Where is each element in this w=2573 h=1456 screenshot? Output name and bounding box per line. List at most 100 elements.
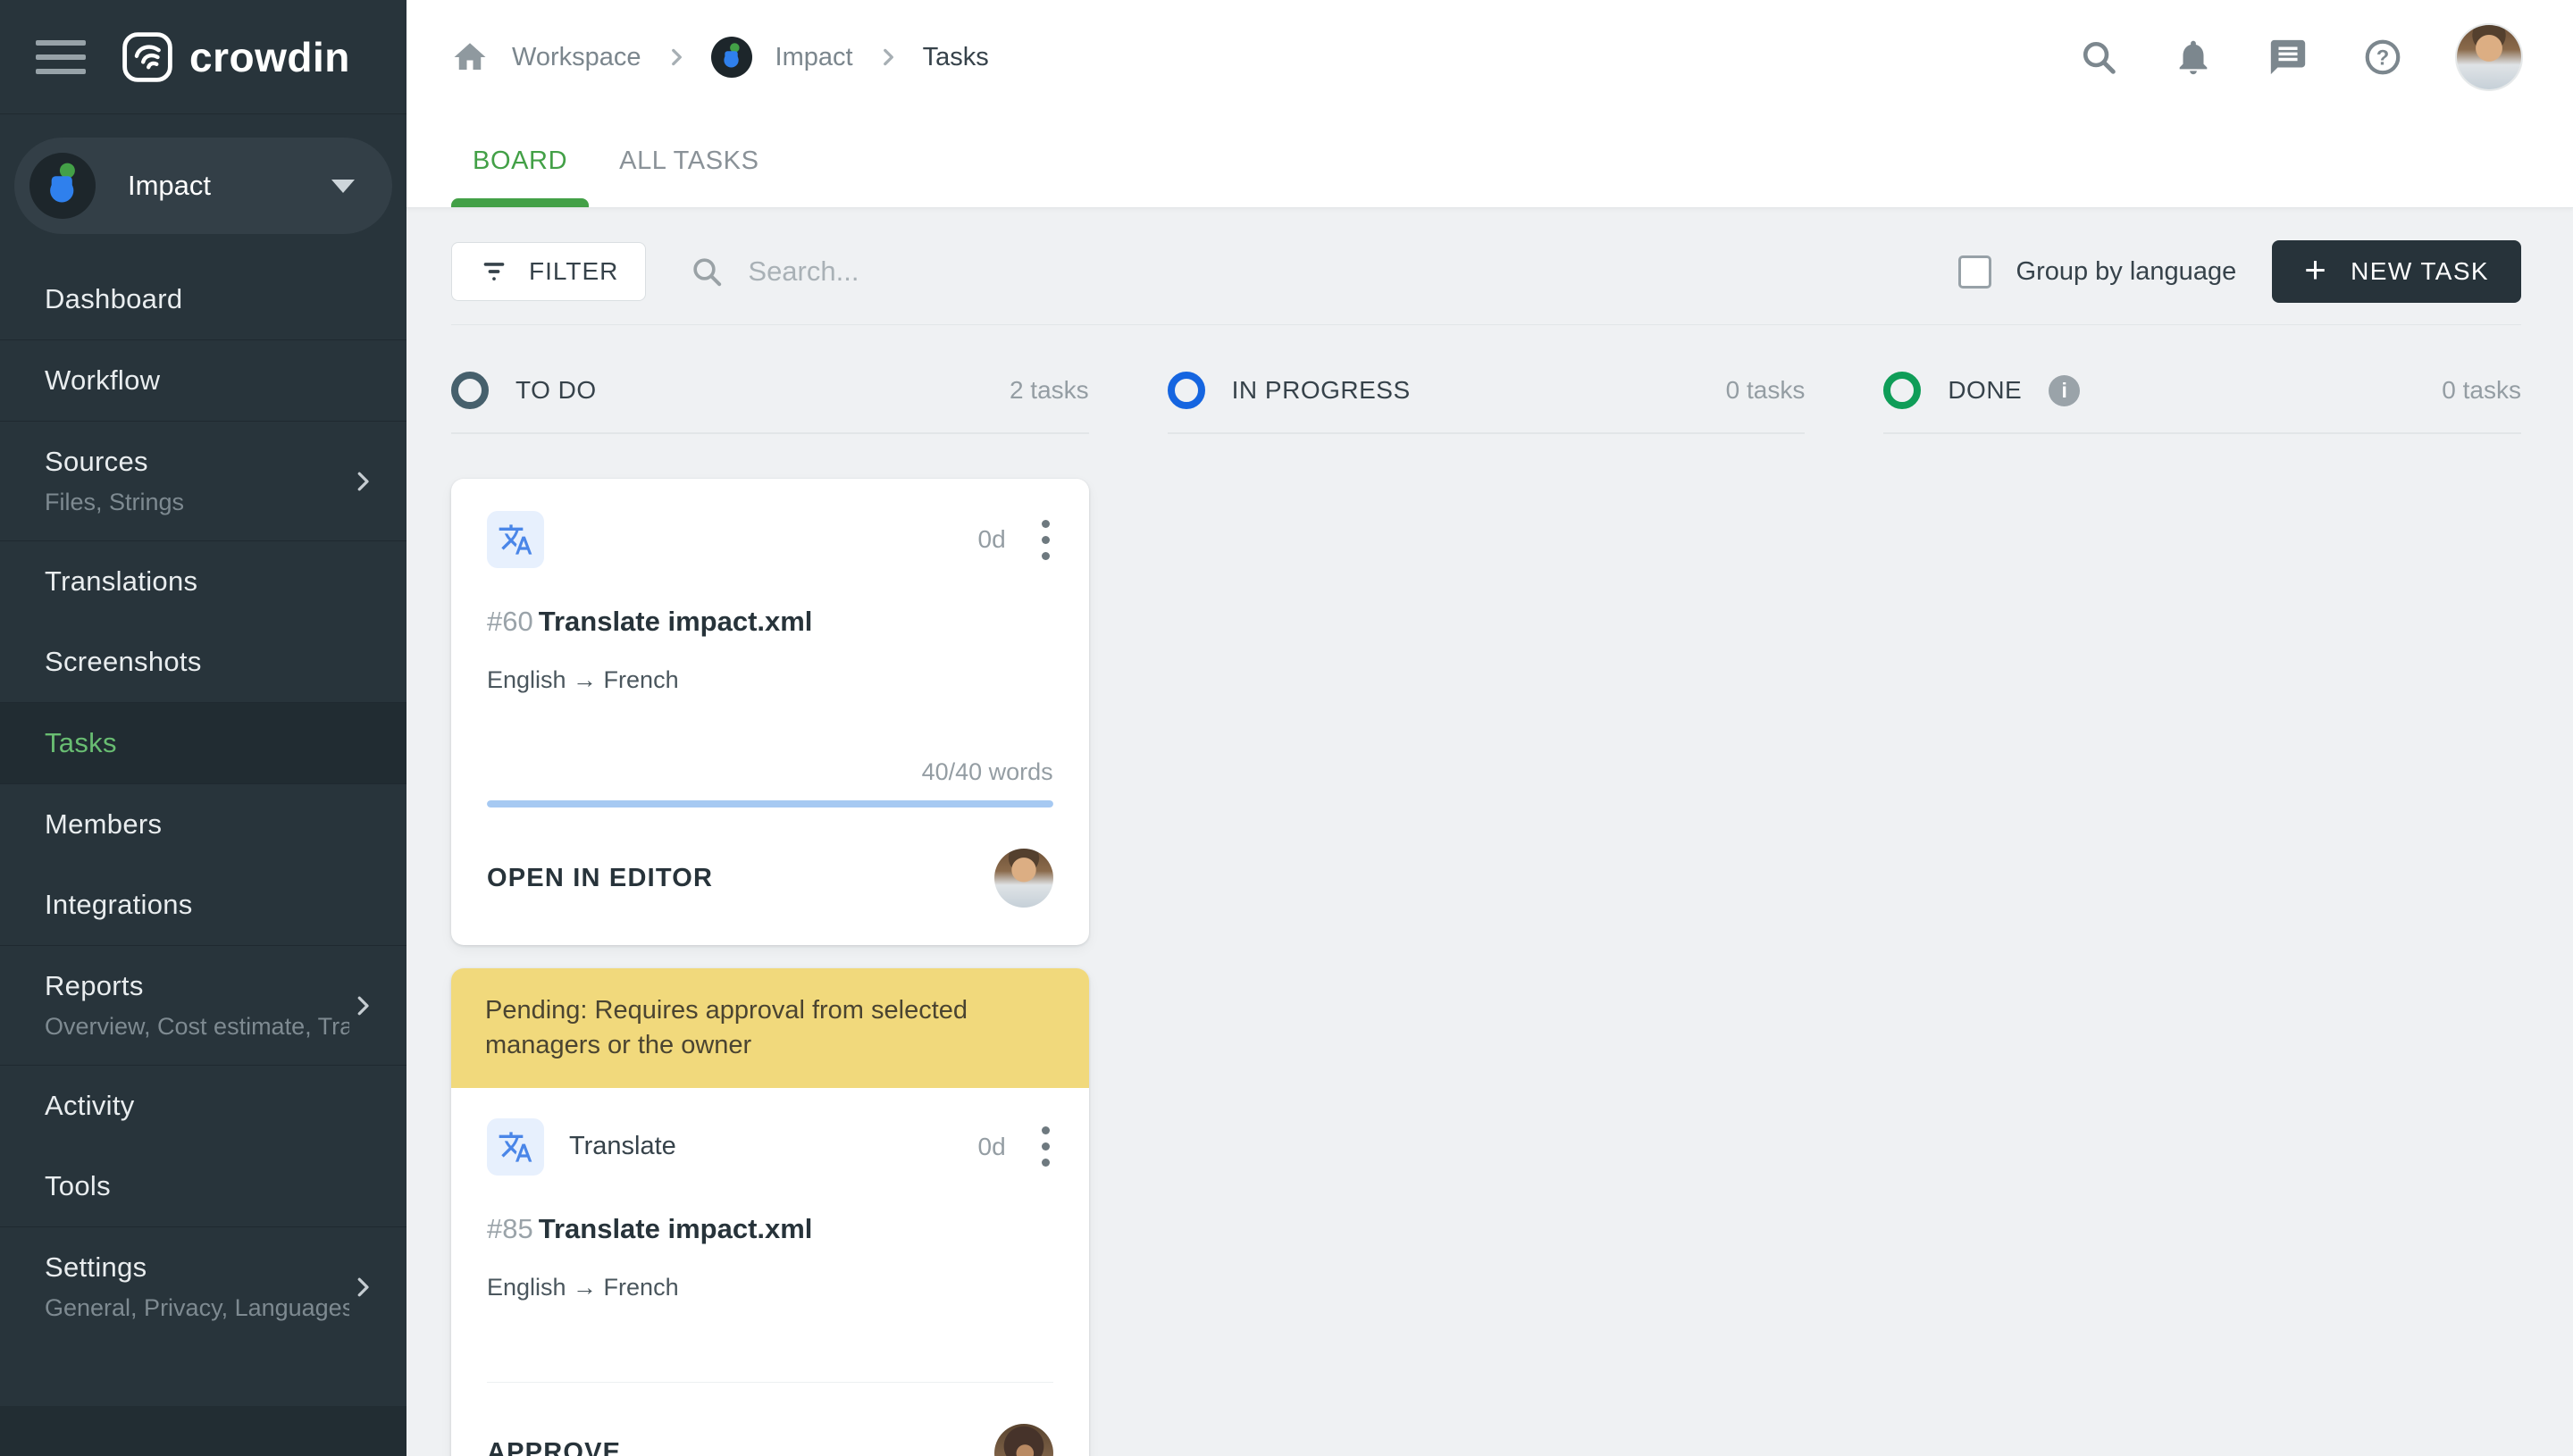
task-type-label: Translate bbox=[569, 1132, 676, 1161]
sidebar-item-subtitle: Overview, Cost estimate, Transl… bbox=[45, 1013, 349, 1040]
filter-icon bbox=[483, 263, 505, 280]
assignee-avatar[interactable] bbox=[993, 1423, 1053, 1456]
sidebar-item-tasks[interactable]: Tasks bbox=[0, 703, 406, 783]
task-title[interactable]: #60 Translate impact.xml bbox=[487, 606, 1053, 638]
task-language-pair: English → French bbox=[487, 1273, 679, 1301]
sidebar-item-label: Dashboard bbox=[45, 283, 183, 314]
task-due: 0d bbox=[977, 1132, 1006, 1160]
task-due: 0d bbox=[977, 525, 1006, 553]
chevron-right-icon bbox=[349, 992, 376, 1019]
user-avatar[interactable] bbox=[2457, 25, 2521, 89]
task-menu-kebab-icon[interactable] bbox=[1038, 515, 1053, 565]
sidebar-item-label: Screenshots bbox=[45, 646, 202, 677]
crowdin-logo[interactable]: crowdin bbox=[122, 31, 350, 83]
sidebar-item-subtitle: General, Privacy, Languages, Q… bbox=[45, 1294, 349, 1321]
group-by-language-checkbox[interactable] bbox=[1957, 255, 1991, 289]
task-language-pair: English → French bbox=[487, 666, 679, 693]
column-done: DONE i 0 tasks bbox=[1883, 372, 2521, 1456]
done-info-icon[interactable]: i bbox=[2049, 374, 2081, 406]
page-header: Workspace Impact Tasks ? BOARD ALL TASKS bbox=[406, 0, 2573, 208]
task-id: #60 bbox=[487, 606, 533, 637]
tab-board[interactable]: BOARD bbox=[450, 114, 590, 207]
sidebar-item-sources[interactable]: Sources Files, Strings bbox=[0, 422, 406, 540]
breadcrumb: Workspace Impact Tasks bbox=[451, 37, 989, 78]
toolbar-divider bbox=[451, 324, 2521, 325]
task-progress-track bbox=[487, 800, 1053, 807]
search-box bbox=[689, 254, 1957, 289]
done-status-circle-icon bbox=[1883, 372, 1922, 409]
sidebar-item-workflow[interactable]: Workflow bbox=[0, 340, 406, 421]
task-id: #85 bbox=[487, 1212, 533, 1244]
hamburger-menu-icon[interactable] bbox=[36, 39, 86, 74]
help-icon[interactable]: ? bbox=[2362, 37, 2403, 78]
project-switcher-wrap: Impact bbox=[0, 114, 406, 259]
search-field-icon bbox=[693, 258, 722, 287]
notifications-bell-icon[interactable] bbox=[2173, 37, 2214, 78]
new-task-button[interactable]: + NEW TASK bbox=[2272, 240, 2521, 303]
breadcrumb-project-avatar bbox=[710, 37, 752, 78]
column-in-progress-header: IN PROGRESS 0 tasks bbox=[1167, 372, 1806, 434]
group-by-language-toggle[interactable]: Group by language bbox=[1957, 255, 2237, 289]
task-title[interactable]: #85 Translate impact.xml bbox=[487, 1213, 1053, 1245]
in-progress-status-circle-icon bbox=[1167, 372, 1205, 409]
tab-bar: BOARD ALL TASKS bbox=[406, 114, 2573, 207]
sidebar-item-members[interactable]: Members bbox=[0, 784, 406, 865]
card-divider bbox=[487, 1381, 1053, 1383]
column-todo-header: TO DO 2 tasks bbox=[451, 372, 1089, 434]
sidebar-item-label: Workflow bbox=[45, 364, 161, 396]
pending-approval-banner: Pending: Requires approval from selected… bbox=[451, 968, 1089, 1088]
approve-button[interactable]: APPROVE bbox=[487, 1438, 621, 1456]
svg-text:?: ? bbox=[2376, 46, 2390, 70]
home-icon[interactable] bbox=[451, 38, 489, 76]
breadcrumb-project[interactable]: Impact bbox=[775, 43, 853, 72]
group-by-language-label: Group by language bbox=[2016, 256, 2237, 286]
task-progress-bar bbox=[487, 800, 1053, 807]
task-card-60[interactable]: 0d #60 Translate impact.xml English → Fre… bbox=[451, 479, 1089, 945]
sidebar-item-settings[interactable]: Settings General, Privacy, Languages, Q… bbox=[0, 1227, 406, 1346]
assignee-avatar[interactable] bbox=[993, 849, 1053, 908]
task-card-85[interactable]: Pending: Requires approval from selected… bbox=[451, 968, 1089, 1456]
toolbar: FILTER Group by language + NEW TASK bbox=[451, 240, 2521, 303]
filter-button[interactable]: FILTER bbox=[451, 242, 647, 301]
project-avatar bbox=[29, 153, 96, 219]
column-task-count: 0 tasks bbox=[1725, 376, 1806, 404]
sidebar-item-label: Activity bbox=[45, 1090, 135, 1121]
sidebar-item-label: Settings bbox=[45, 1251, 147, 1283]
sidebar-item-label: Members bbox=[45, 808, 163, 840]
search-icon[interactable] bbox=[2078, 37, 2119, 78]
main-area: Workspace Impact Tasks ? BOARD ALL TASKS… bbox=[406, 0, 2573, 1456]
messages-icon[interactable] bbox=[2267, 37, 2309, 78]
new-task-button-label: NEW TASK bbox=[2351, 257, 2489, 285]
tab-all-tasks[interactable]: ALL TASKS bbox=[619, 114, 758, 207]
task-menu-kebab-icon[interactable] bbox=[1038, 1121, 1053, 1172]
column-done-header: DONE i 0 tasks bbox=[1883, 372, 2521, 434]
brand-name: crowdin bbox=[189, 33, 350, 80]
translate-task-icon bbox=[487, 1117, 544, 1176]
chevron-down-icon bbox=[331, 179, 355, 193]
column-title: DONE bbox=[1948, 376, 2023, 404]
filter-button-label: FILTER bbox=[529, 257, 619, 285]
crowdin-logo-icon bbox=[122, 31, 172, 82]
sidebar-item-label: Integrations bbox=[45, 889, 193, 920]
translate-task-icon bbox=[487, 511, 544, 568]
task-name: Translate impact.xml bbox=[538, 606, 813, 637]
sidebar-item-activity[interactable]: Activity bbox=[0, 1066, 406, 1146]
column-todo: TO DO 2 tasks 0d #60 Translate impact.xm… bbox=[451, 372, 1089, 1456]
breadcrumb-workspace[interactable]: Workspace bbox=[512, 43, 641, 72]
open-in-editor-button[interactable]: OPEN IN EDITOR bbox=[487, 864, 713, 893]
search-input[interactable] bbox=[748, 255, 1637, 288]
sidebar-header: crowdin bbox=[0, 0, 406, 114]
sidebar-item-integrations[interactable]: Integrations bbox=[0, 865, 406, 945]
sidebar-item-reports[interactable]: Reports Overview, Cost estimate, Transl… bbox=[0, 946, 406, 1065]
sidebar-item-screenshots[interactable]: Screenshots bbox=[0, 622, 406, 702]
sidebar-item-translations[interactable]: Translations bbox=[0, 541, 406, 622]
breadcrumb-current-page: Tasks bbox=[922, 42, 989, 71]
project-switcher[interactable]: Impact bbox=[14, 138, 392, 234]
sidebar-item-tools[interactable]: Tools bbox=[0, 1146, 406, 1226]
sidebar-item-dashboard[interactable]: Dashboard bbox=[0, 259, 406, 339]
sidebar-menu: Dashboard Workflow Sources Files, String… bbox=[0, 259, 406, 1406]
sidebar: crowdin Impact Dashboard Workflow Source… bbox=[0, 0, 406, 1456]
column-title: IN PROGRESS bbox=[1231, 376, 1411, 404]
task-word-count: 40/40 words bbox=[921, 758, 1053, 785]
column-task-count: 2 tasks bbox=[1009, 376, 1089, 404]
